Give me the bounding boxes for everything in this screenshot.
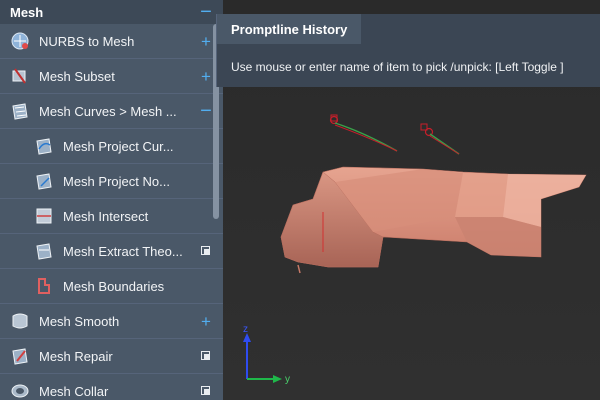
mesh-repair-icon (9, 345, 31, 367)
panel-item-label: Mesh Collar (39, 383, 109, 399)
panel-item-label: Mesh Subset (39, 68, 115, 84)
expand-plus-icon[interactable]: + (199, 313, 213, 330)
collapse-minus-icon[interactable]: − (199, 101, 213, 121)
y-axis-label: y (285, 374, 290, 385)
mesh-smooth-icon (9, 310, 31, 332)
panel-item[interactable]: Mesh Collar (0, 374, 223, 400)
mesh-panel: Mesh − NURBS to Mesh + Mesh Subset + Mesh Cu… (0, 0, 223, 400)
panel-item[interactable]: Mesh Repair (0, 339, 223, 374)
mesh-boundaries-icon (33, 275, 55, 297)
panel-item[interactable]: Mesh Boundaries (0, 269, 223, 304)
mesh-object[interactable] (280, 166, 587, 274)
panel-item-label: Mesh Project No... (63, 173, 170, 189)
mesh-subset-icon (9, 65, 31, 87)
mesh-curves-icon (9, 100, 31, 122)
panel-item-label: Mesh Curves > Mesh ... (39, 103, 177, 119)
panel-item-label: NURBS to Mesh (39, 33, 135, 49)
panel-item-label: Mesh Intersect (63, 208, 149, 224)
panel-item[interactable]: Mesh Extract Theo... (0, 234, 223, 269)
mesh-project-curve-icon (33, 135, 55, 157)
panel-item-label: Mesh Repair (39, 348, 113, 364)
panel-item[interactable]: Mesh Curves > Mesh ... − (0, 94, 223, 129)
panel-item-label: Mesh Boundaries (63, 278, 165, 294)
expand-plus-icon[interactable]: + (199, 68, 213, 85)
panel-item-list: NURBS to Mesh + Mesh Subset + Mesh Curves > … (0, 24, 223, 400)
promptline-history-tab[interactable]: Promptline History (217, 14, 362, 44)
curve-2[interactable] (420, 123, 460, 155)
panel-item[interactable]: Mesh Subset + (0, 59, 223, 94)
nurbs-to-mesh-icon (9, 30, 31, 52)
panel-item[interactable]: NURBS to Mesh + (0, 24, 223, 59)
panel-title: Mesh (10, 4, 44, 20)
panel-item[interactable]: Mesh Intersect (0, 199, 223, 234)
mesh-intersect-icon (33, 205, 55, 227)
panel-header[interactable]: Mesh − (0, 0, 223, 24)
copy-icon[interactable] (199, 349, 213, 363)
panel-item[interactable]: Mesh Smooth + (0, 304, 223, 339)
mesh-project-normal-icon (33, 170, 55, 192)
panel-item[interactable]: Mesh Project No... (0, 164, 223, 199)
z-axis-label: z (243, 324, 248, 335)
promptline-history-panel: Promptline History Use mouse or enter na… (216, 14, 600, 87)
collapse-icon[interactable]: − (199, 2, 213, 22)
curve-1[interactable] (329, 114, 398, 152)
promptline-message: Use mouse or enter name of item to pick … (231, 60, 564, 74)
panel-item-label: Mesh Project Cur... (63, 138, 174, 154)
panel-item-label: Mesh Smooth (39, 313, 120, 329)
mesh-extract-icon (33, 240, 55, 262)
mesh-collar-icon (9, 380, 31, 400)
mesh-scene[interactable]: z y (223, 87, 600, 400)
axis-triad: z y (243, 324, 290, 385)
copy-icon[interactable] (199, 244, 213, 258)
panel-item[interactable]: Mesh Project Cur... (0, 129, 223, 164)
expand-plus-icon[interactable]: + (199, 33, 213, 50)
copy-icon[interactable] (199, 384, 213, 398)
panel-item-label: Mesh Extract Theo... (63, 243, 183, 259)
